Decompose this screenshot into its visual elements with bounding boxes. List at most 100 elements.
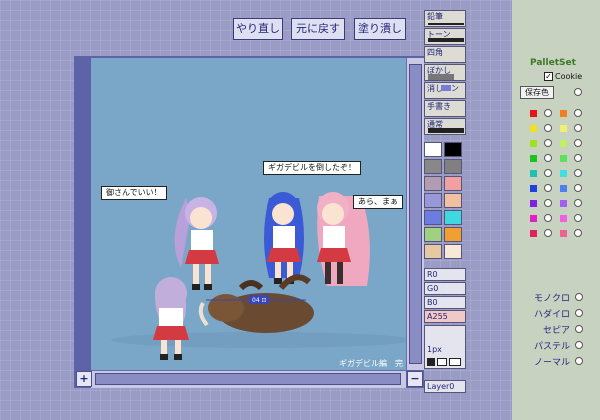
tool-pencil[interactable]: 鉛筆 xyxy=(424,10,466,27)
palette-radio[interactable] xyxy=(574,214,582,222)
color-swatch[interactable] xyxy=(444,159,462,174)
cookie-checkbox[interactable]: ✓ xyxy=(544,72,553,81)
palette-color[interactable] xyxy=(530,125,537,132)
palette-color[interactable] xyxy=(560,170,567,177)
palette-radio[interactable] xyxy=(544,154,552,162)
palette-color[interactable] xyxy=(530,200,537,207)
palette-color[interactable] xyxy=(530,185,537,192)
vertical-scrollbar[interactable] xyxy=(406,58,424,370)
color-swatch[interactable] xyxy=(424,210,442,225)
size-preset-large[interactable] xyxy=(449,358,461,366)
color-swatch[interactable] xyxy=(444,176,462,191)
undo-button[interactable]: 元に戻す xyxy=(291,18,345,40)
size-preset-small[interactable] xyxy=(427,358,435,366)
palette-radio[interactable] xyxy=(574,169,582,177)
stroke-preview xyxy=(428,74,454,80)
color-swatch[interactable] xyxy=(424,159,442,174)
palette-radio[interactable] xyxy=(544,229,552,237)
color-mode-label: モノクロ xyxy=(533,294,570,304)
palette-color[interactable] xyxy=(530,140,537,147)
layer-selector[interactable]: Layer0 xyxy=(424,380,466,393)
zoom-out-button[interactable]: − xyxy=(407,371,423,387)
color-swatch[interactable] xyxy=(444,142,462,157)
palette-radio[interactable] xyxy=(544,109,552,117)
palette-color[interactable] xyxy=(560,215,567,222)
blue-slider[interactable]: B0 xyxy=(424,296,466,309)
speech-bubble-left: 御さんでいい！ xyxy=(101,186,167,200)
palette-radio[interactable] xyxy=(574,124,582,132)
palette-radio[interactable] xyxy=(574,139,582,147)
fill-button[interactable]: 塗り潰し xyxy=(354,18,406,40)
tool-eraser[interactable]: 消しペン xyxy=(424,82,466,99)
palette-color[interactable] xyxy=(530,110,537,117)
palette-radio[interactable] xyxy=(544,139,552,147)
redo-button[interactable]: やり直し xyxy=(233,18,283,40)
palette-radio[interactable] xyxy=(544,199,552,207)
palette-color[interactable] xyxy=(530,155,537,162)
tool-blur[interactable]: ぼかし xyxy=(424,64,466,81)
palette-radio[interactable] xyxy=(574,199,582,207)
color-swatch[interactable] xyxy=(444,210,462,225)
speech-bubble-right: あら、まぁ xyxy=(353,195,403,209)
character-center xyxy=(264,192,304,284)
character-bottom xyxy=(153,277,189,360)
vertical-scroll-thumb[interactable] xyxy=(409,64,422,364)
color-mode-radio[interactable] xyxy=(575,293,583,301)
palette-radio[interactable] xyxy=(574,154,582,162)
palette-color[interactable] xyxy=(560,155,567,162)
palette-color[interactable] xyxy=(530,170,537,177)
palette-radio[interactable] xyxy=(574,229,582,237)
color-swatch[interactable] xyxy=(424,176,442,191)
color-swatch[interactable] xyxy=(424,244,442,259)
horizontal-scrollbar[interactable] xyxy=(91,370,406,388)
color-mode-radio[interactable] xyxy=(575,309,583,317)
palette-color[interactable] xyxy=(560,185,567,192)
palette-color[interactable] xyxy=(560,140,567,147)
stroke-preview xyxy=(428,128,464,133)
green-slider[interactable]: G0 xyxy=(424,282,466,295)
palette-radio[interactable] xyxy=(544,184,552,192)
color-swatch[interactable] xyxy=(424,193,442,208)
palette-color[interactable] xyxy=(530,230,537,237)
tool-tone[interactable]: トーン xyxy=(424,28,466,45)
palette-radio[interactable] xyxy=(574,109,582,117)
stroke-preview xyxy=(428,38,464,42)
tool-pencil-label: 鉛筆 xyxy=(427,12,443,21)
save-color-button[interactable]: 保存色 xyxy=(520,86,554,99)
palette-color[interactable] xyxy=(530,215,537,222)
color-swatch[interactable] xyxy=(444,244,462,259)
canvas-illustration: 04 ⊡ xyxy=(111,192,406,360)
color-mode-radio[interactable] xyxy=(575,357,583,365)
palette-color[interactable] xyxy=(560,200,567,207)
drawing-canvas[interactable]: 04 ⊡ 御さんでいい！ ギガデビルを倒したぞ！ あら、まぁ ギガデビル編 完 xyxy=(91,58,406,370)
palette-radio[interactable] xyxy=(544,124,552,132)
palette-color[interactable] xyxy=(560,230,567,237)
palette-color[interactable] xyxy=(560,110,567,117)
tool-normal[interactable]: 通常 xyxy=(424,118,466,135)
red-slider[interactable]: R0 xyxy=(424,268,466,281)
fallen-creature: 04 ⊡ xyxy=(198,274,314,333)
color-mode-radio[interactable] xyxy=(575,325,583,333)
color-swatch[interactable] xyxy=(424,142,442,157)
brush-size-box[interactable]: 1px xyxy=(424,325,466,369)
tool-rect[interactable]: 四角 xyxy=(424,46,466,63)
color-swatch[interactable] xyxy=(444,227,462,242)
palette-title: PalletSet xyxy=(530,58,576,68)
palette-radio[interactable] xyxy=(544,214,552,222)
palette-radio[interactable] xyxy=(574,184,582,192)
layer-badge-text: 04 ⊡ xyxy=(252,297,267,304)
alpha-slider[interactable]: A255 xyxy=(424,310,466,323)
character-left xyxy=(174,197,219,290)
paint-applet: { "toolbar": { "redo": "やり直し", "undo": "… xyxy=(0,0,600,420)
color-mode-radio[interactable] xyxy=(575,341,583,349)
zoom-in-button[interactable]: + xyxy=(76,371,92,387)
palette-color[interactable] xyxy=(560,125,567,132)
palette-radio[interactable] xyxy=(544,169,552,177)
color-swatch[interactable] xyxy=(424,227,442,242)
size-preset-medium[interactable] xyxy=(437,358,447,366)
tool-mask[interactable]: 手書き xyxy=(424,100,466,117)
credit-text: ギガデビル編 完 xyxy=(339,359,403,368)
horizontal-scroll-thumb[interactable] xyxy=(95,373,401,385)
palette-radio[interactable] xyxy=(574,88,582,96)
color-swatch[interactable] xyxy=(444,193,462,208)
